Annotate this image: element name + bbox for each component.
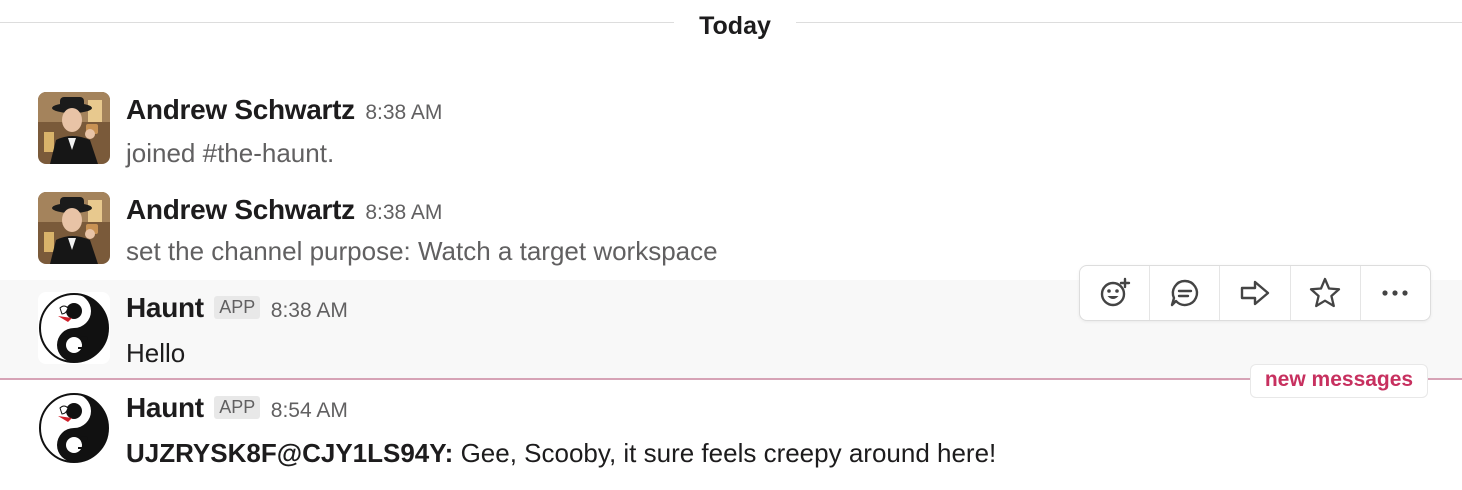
message-item[interactable]: Haunt APP 8:54 AM UJZRYSK8F@CJY1LS94Y: G… — [0, 380, 1462, 490]
avatar[interactable] — [38, 392, 110, 464]
star-icon — [1310, 277, 1341, 308]
timestamp[interactable]: 8:38 AM — [271, 299, 348, 322]
reply-thread-button[interactable] — [1150, 266, 1221, 320]
message-text: joined #the-haunt. — [126, 138, 335, 168]
message-header: Haunt APP 8:54 AM — [126, 392, 348, 424]
avatar[interactable] — [38, 192, 110, 264]
message-text: UJZRYSK8F@CJY1LS94Y: Gee, Scooby, it sur… — [126, 438, 996, 469]
author-name[interactable]: Andrew Schwartz — [126, 194, 355, 225]
star-button[interactable] — [1291, 266, 1361, 320]
message-header: Haunt APP 8:38 AM — [126, 292, 348, 324]
message-text: set the channel purpose: Watch a target … — [126, 236, 718, 266]
divider-line-left — [0, 22, 674, 23]
add-reaction-button[interactable] — [1080, 266, 1151, 320]
user-mention[interactable]: UJZRYSK8F@CJY1LS94Y: — [126, 438, 453, 468]
timestamp[interactable]: 8:54 AM — [271, 399, 348, 422]
day-divider: Today — [0, 0, 1462, 56]
timestamp[interactable]: 8:38 AM — [365, 201, 442, 224]
message-actions-toolbar — [1079, 265, 1431, 321]
app-badge: APP — [214, 296, 261, 319]
share-message-icon — [1240, 280, 1270, 306]
share-message-button[interactable] — [1220, 266, 1291, 320]
divider-line-right — [796, 22, 1462, 23]
author-name[interactable]: Haunt — [126, 292, 204, 323]
message-text: Hello — [126, 338, 186, 368]
add-reaction-icon — [1100, 277, 1130, 307]
message-item[interactable]: Andrew Schwartz 8:38 AM joined #the-haun… — [0, 80, 1462, 180]
author-name[interactable]: Haunt — [126, 392, 204, 423]
app-badge: APP — [214, 396, 261, 419]
timestamp[interactable]: 8:38 AM — [365, 101, 442, 124]
reply-thread-icon — [1170, 279, 1198, 307]
more-actions-icon — [1382, 290, 1409, 296]
message-header: Andrew Schwartz 8:38 AM — [126, 194, 442, 226]
message-text-content: Gee, Scooby, it sure feels creepy around… — [453, 438, 997, 468]
author-name[interactable]: Andrew Schwartz — [126, 94, 355, 125]
avatar[interactable] — [38, 292, 110, 364]
day-divider-label[interactable]: Today — [674, 12, 796, 41]
avatar[interactable] — [38, 92, 110, 164]
more-actions-button[interactable] — [1361, 266, 1430, 320]
message-header: Andrew Schwartz 8:38 AM — [126, 94, 442, 126]
